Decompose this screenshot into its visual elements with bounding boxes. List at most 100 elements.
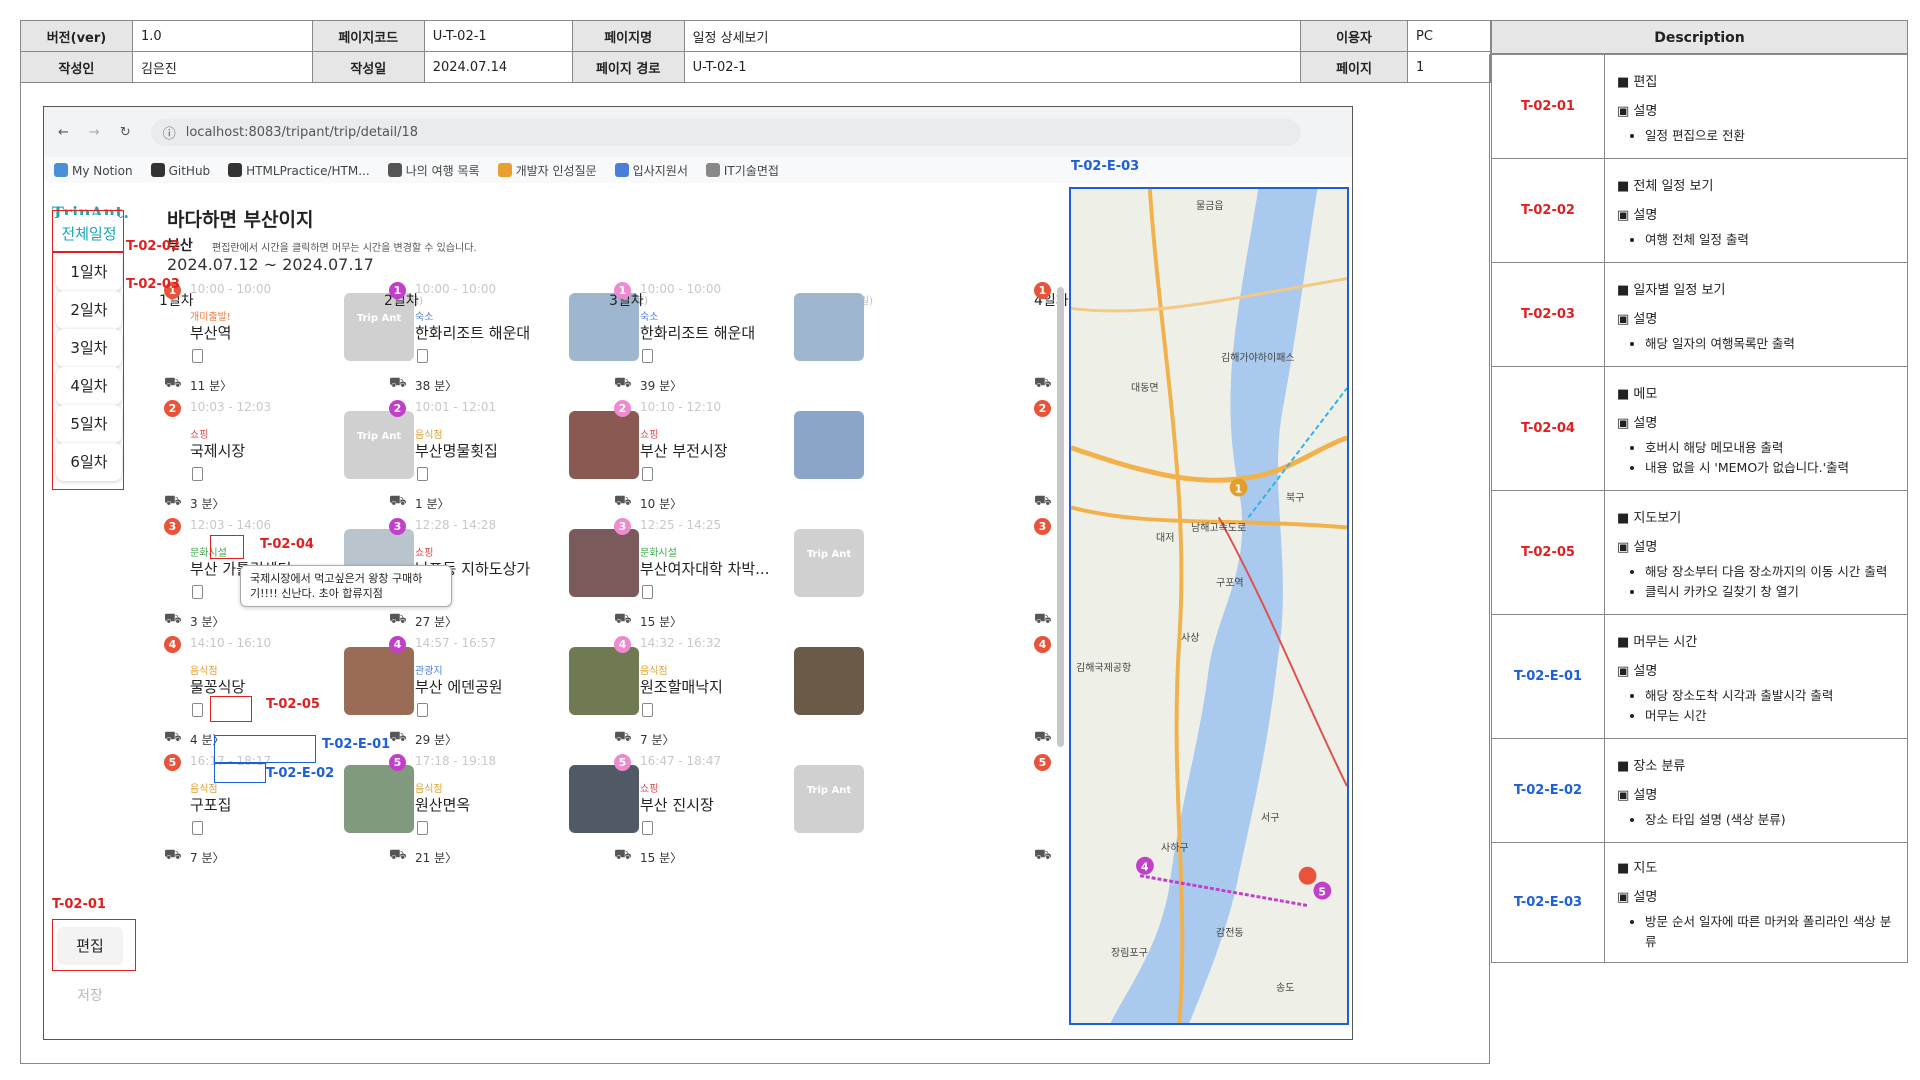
description-table: T-02-01 편집 설명 일정 편집으로 전환T-02-02 전체 일정 보기… bbox=[1491, 54, 1908, 963]
place-category: 음식점 bbox=[415, 784, 443, 795]
stay-time: 17:18 - 19:18 bbox=[415, 754, 497, 768]
route-icon: ⛟ bbox=[1034, 375, 1052, 391]
order-badge: 4 bbox=[1034, 636, 1051, 653]
memo-icon[interactable] bbox=[417, 703, 428, 717]
move-time-link[interactable]: 39 분〉 bbox=[640, 377, 682, 394]
back-icon[interactable]: ← bbox=[58, 125, 69, 140]
memo-icon[interactable] bbox=[642, 349, 653, 363]
scrollbar[interactable] bbox=[1057, 287, 1064, 747]
annotation-box bbox=[52, 210, 124, 252]
description-row: T-02-E-02 장소 분류 설명 장소 타입 설명 (색상 분류) bbox=[1491, 738, 1908, 843]
move-time-link[interactable]: 29 분〉 bbox=[415, 731, 457, 748]
place-name: 한화리조트 해운대 bbox=[415, 324, 531, 342]
bookmark-item[interactable]: 개발자 인성질문 bbox=[497, 162, 597, 179]
description-list: 방문 순서 일자에 따른 마커와 폴리라인 색상 분류 bbox=[1617, 912, 1895, 952]
map-canvas: 1 4 5 bbox=[1071, 189, 1347, 1023]
memo-icon[interactable] bbox=[642, 467, 653, 481]
memo-icon[interactable] bbox=[642, 821, 653, 835]
place-thumbnail: Trip Ant bbox=[794, 765, 864, 833]
route-icon: ⛟ bbox=[614, 611, 632, 627]
description-list: 해당 장소도착 시각과 출발시각 출력머무는 시간 bbox=[1617, 686, 1895, 726]
move-time-link[interactable]: 15 분〉 bbox=[640, 849, 682, 866]
move-time-link[interactable]: 7 분〉 bbox=[190, 849, 225, 866]
move-time-link[interactable]: 10 분〉 bbox=[640, 495, 682, 512]
forward-icon[interactable]: → bbox=[89, 125, 100, 140]
description-item: 호버시 해당 메모내용 출력 bbox=[1645, 438, 1895, 458]
place-card[interactable]: 5 16:47 - 18:47 쇼핑 부산 진시장 ⛟ 15 분〉 Trip A… bbox=[614, 747, 874, 887]
description-body: 메모 설명 호버시 해당 메모내용 출력내용 없을 시 'MEMO가 없습니다.… bbox=[1604, 366, 1908, 491]
order-badge: 4 bbox=[614, 636, 631, 653]
memo-icon[interactable] bbox=[192, 585, 203, 599]
move-time-link[interactable]: 3 분〉 bbox=[190, 613, 225, 630]
description-list: 해당 일자의 여행목록만 출력 bbox=[1617, 334, 1895, 354]
map-view[interactable]: 1 4 5 물금읍 대동면 김해가야하이패스 북구 구포역 사상 김해국제공항 사하구 서구 장림… bbox=[1069, 187, 1349, 1025]
annotation-label: T-02-05 bbox=[266, 697, 320, 712]
description-title: 지도 bbox=[1617, 854, 1895, 883]
memo-icon[interactable] bbox=[192, 821, 203, 835]
memo-icon[interactable] bbox=[417, 467, 428, 481]
move-time-link[interactable]: 38 분〉 bbox=[415, 377, 457, 394]
map-label: 북구 bbox=[1286, 493, 1305, 504]
description-item: 여행 전체 일정 출력 bbox=[1645, 230, 1895, 250]
save-button[interactable]: 저장 bbox=[57, 985, 123, 1005]
memo-icon[interactable] bbox=[642, 703, 653, 717]
description-sub: 설명 bbox=[1617, 781, 1895, 810]
place-category: 숙소 bbox=[415, 312, 434, 323]
route-icon: ⛟ bbox=[164, 493, 182, 509]
bookmarks-bar: My Notion GitHub HTMLPractice/HTM... 나의 여행 … bbox=[44, 157, 1352, 183]
stay-time: 10:03 - 12:03 bbox=[190, 400, 272, 414]
order-badge: 2 bbox=[614, 400, 631, 417]
description-code: T-02-E-01 bbox=[1491, 614, 1605, 739]
annotation-box bbox=[52, 919, 136, 971]
map-label: 남해고속도로 bbox=[1191, 523, 1247, 534]
bookmark-item[interactable]: 나의 여행 목록 bbox=[387, 162, 480, 179]
bookmark-item[interactable]: GitHub bbox=[150, 162, 210, 178]
info-icon[interactable]: ⓘ bbox=[163, 123, 176, 142]
description-code: T-02-02 bbox=[1491, 158, 1605, 263]
order-badge: 3 bbox=[614, 518, 631, 535]
map-marker[interactable] bbox=[1298, 866, 1317, 885]
order-badge: 1 bbox=[1034, 282, 1051, 299]
move-time-link[interactable]: 11 분〉 bbox=[190, 377, 232, 394]
description-sub: 설명 bbox=[1617, 657, 1895, 686]
bookmark-item[interactable]: My Notion bbox=[54, 162, 133, 178]
place-name: 부산 진시장 bbox=[640, 796, 714, 814]
move-time-link[interactable]: 1 분〉 bbox=[415, 495, 450, 512]
move-time-link[interactable]: 21 분〉 bbox=[415, 849, 457, 866]
memo-icon[interactable] bbox=[192, 467, 203, 481]
place-card[interactable]: 5 17:18 - 19:18 음식점 원산면옥 ⛟ 21 분〉 bbox=[389, 747, 649, 887]
bookmark-item[interactable]: HTMLPractice/HTM... bbox=[228, 162, 370, 178]
description-item: 방문 순서 일자에 따른 마커와 폴리라인 색상 분류 bbox=[1645, 912, 1895, 952]
page-name-value: 일정 상세보기 bbox=[683, 20, 1302, 52]
move-time-link[interactable]: 15 분〉 bbox=[640, 613, 682, 630]
move-time-link[interactable]: 7 분〉 bbox=[640, 731, 675, 748]
bookmark-item[interactable]: IT기술면접 bbox=[705, 162, 779, 179]
url-field[interactable]: ⓘ localhost:8083/tripant/trip/detail/18 bbox=[150, 118, 1301, 146]
bookmark-item[interactable]: 입사지원서 bbox=[614, 162, 688, 179]
route-icon: ⛟ bbox=[1034, 611, 1052, 627]
description-code: T-02-E-03 bbox=[1491, 842, 1605, 963]
bookmark-label: My Notion bbox=[72, 163, 133, 178]
place-category: 음식점 bbox=[190, 666, 218, 677]
place-thumbnail: Trip Ant bbox=[794, 529, 864, 597]
user-label: 이용자 bbox=[1300, 20, 1408, 52]
bookmark-label: 개발자 인성질문 bbox=[515, 163, 597, 178]
move-time-link[interactable]: 27 분〉 bbox=[415, 613, 457, 630]
description-header: Description bbox=[1491, 20, 1908, 54]
description-code: T-02-04 bbox=[1491, 366, 1605, 491]
memo-icon[interactable] bbox=[417, 821, 428, 835]
map-label: 김해가야하이패스 bbox=[1221, 353, 1295, 364]
order-badge: 2 bbox=[389, 400, 406, 417]
move-time-link[interactable]: 3 분〉 bbox=[190, 495, 225, 512]
route-icon: ⛟ bbox=[389, 729, 407, 745]
description-sub: 설명 bbox=[1617, 533, 1895, 562]
map-label: 서구 bbox=[1261, 813, 1280, 824]
memo-icon[interactable] bbox=[192, 349, 203, 363]
description-item: 내용 없을 시 'MEMO가 없습니다.'출력 bbox=[1645, 458, 1895, 478]
bookmark-icon bbox=[387, 162, 402, 177]
memo-icon[interactable] bbox=[417, 349, 428, 363]
memo-icon[interactable] bbox=[642, 585, 653, 599]
reload-icon[interactable]: ↻ bbox=[120, 125, 131, 140]
place-name: 원조할매낙지 bbox=[640, 678, 723, 696]
memo-icon[interactable] bbox=[192, 703, 203, 717]
